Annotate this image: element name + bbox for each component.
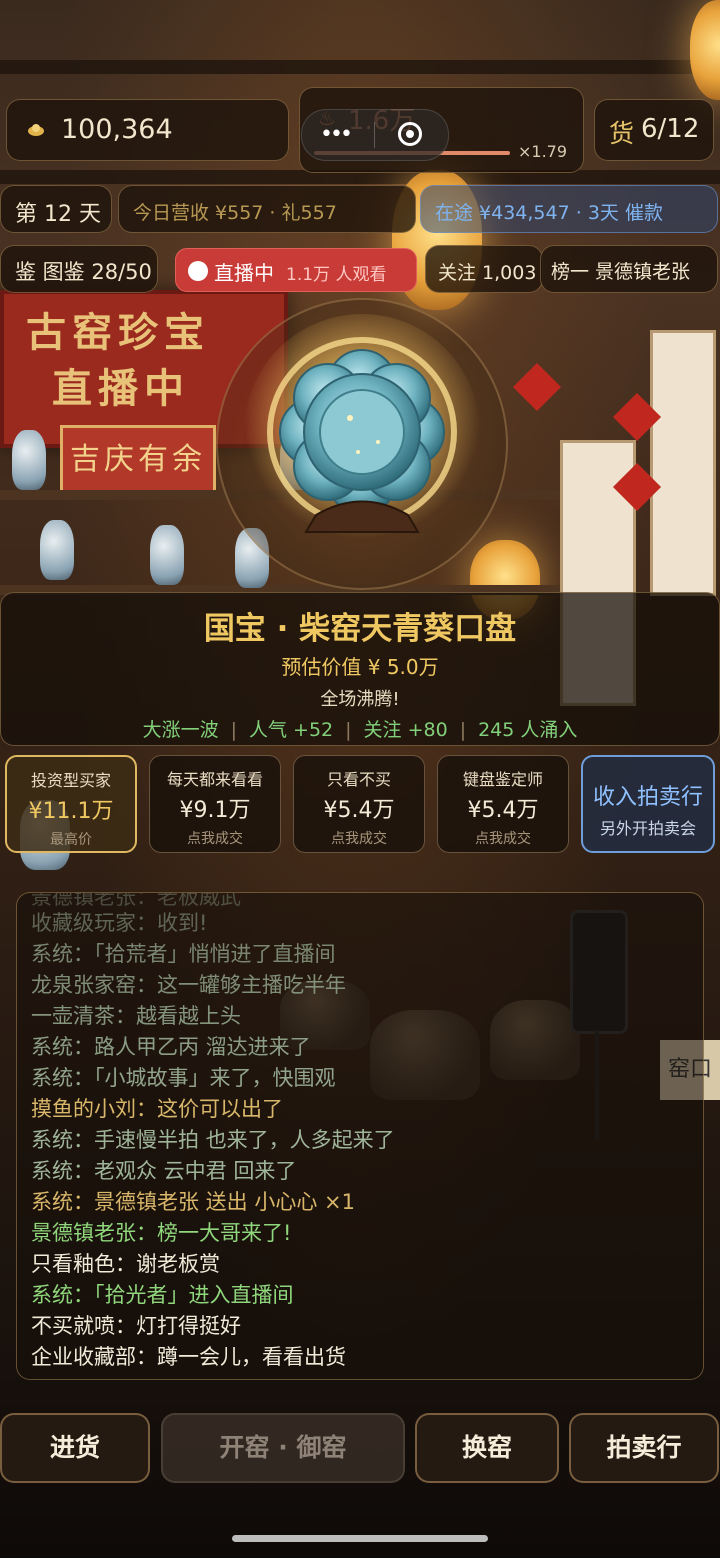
live-stats: 大涨一波 | 人气 +52 | 关注 +80 | 245 人涌入: [142, 719, 578, 741]
buyer-name: 投资型买家: [30, 771, 111, 790]
offer-price: ¥5.4万: [467, 798, 539, 823]
live-dot-icon: [188, 261, 208, 281]
auction-subtitle: 另外开拍卖会: [599, 819, 696, 838]
buyer-name: 只看不买: [326, 770, 391, 789]
chat-message: 系统：「拾光者」进入直播间: [31, 1283, 294, 1307]
day-counter: 第 12 天: [0, 185, 112, 233]
auction-house-button[interactable]: 拍卖行: [569, 1413, 719, 1483]
gold-ingot-icon: [28, 124, 44, 136]
day-label: 第 12 天: [15, 202, 101, 227]
follow-label: 关注 1,003: [438, 262, 537, 284]
celadon-plate-icon: [244, 314, 480, 550]
artifact-display[interactable]: [216, 298, 508, 590]
heat-multiplier: ×1.79: [518, 142, 568, 161]
switch-kiln-button[interactable]: 换窑: [415, 1413, 559, 1483]
chat-message: 企业收藏部：蹲一会儿，看看出货: [31, 1345, 346, 1369]
viewer-count: 1.1万 人观看: [286, 265, 387, 285]
send-to-auction-button[interactable]: 收入拍卖行 另外开拍卖会: [581, 755, 715, 853]
buyer-name: 键盘鉴定师: [462, 770, 543, 789]
revenue-text: 今日营收 ¥557 · 礼557: [133, 202, 337, 224]
catalog-label: 鉴 图鉴 28/50: [15, 260, 152, 284]
chat-message: 系统：老观众 云中君 回来了: [31, 1159, 297, 1183]
live-status-badge: 直播中 1.1万 人观看: [175, 248, 417, 292]
daily-revenue: 今日营收 ¥557 · 礼557: [118, 185, 416, 233]
chat-message: 不买就喷：灯打得挺好: [31, 1314, 241, 1338]
chat-message: 只看釉色：谢老板赏: [31, 1252, 220, 1276]
top-fan-badge[interactable]: 榜一 景德镇老张: [540, 245, 718, 293]
offer-price: ¥5.4万: [323, 798, 395, 823]
coin-balance: 100,364: [6, 99, 289, 161]
auction-title: 收入拍卖行: [592, 785, 703, 810]
offer-note: 最高价: [50, 832, 92, 848]
in-transit-payment[interactable]: 在途 ¥434,547 · 3天 催款: [420, 185, 718, 233]
chat-message: 一壶清茶：越看越上头: [31, 1004, 241, 1028]
transit-text: 在途 ¥434,547 · 3天 催款: [435, 202, 663, 224]
artifact-title: 国宝 · 柴窑天青葵口盘: [203, 611, 517, 647]
offer-price: ¥11.1万: [28, 799, 114, 824]
offer-card[interactable]: 键盘鉴定师 ¥5.4万 点我成交: [437, 755, 569, 853]
stat-new-viewers: 245 人涌入: [478, 719, 578, 741]
open-kiln-button[interactable]: 开窑 · 御窑: [161, 1413, 405, 1483]
stat-follow: 关注 +80: [363, 719, 448, 741]
home-indicator[interactable]: [232, 1535, 488, 1542]
chat-message: 系统：手速慢半拍 也来了，人多起来了: [31, 1128, 395, 1152]
live-label: 直播中: [214, 261, 274, 285]
artifact-info-panel: 国宝 · 柴窑天青葵口盘 预估价值 ¥ 5.0万 全场沸腾! 大涨一波 | 人气 +…: [0, 592, 720, 746]
buyer-name: 每天都来看看: [166, 770, 263, 789]
cargo-value: 6/12: [641, 114, 700, 144]
stat-popularity: 人气 +52: [249, 719, 334, 741]
chat-message: 系统：「小城故事」来了，快围观: [31, 1066, 336, 1090]
catalog-button[interactable]: 鉴 图鉴 28/50: [0, 245, 158, 293]
chat-message: 景德镇老张：榜一大哥来了!: [31, 1221, 292, 1245]
coin-value: 100,364: [61, 114, 173, 145]
offer-card[interactable]: 每天都来看看 ¥9.1万 点我成交: [149, 755, 281, 853]
cargo-counter[interactable]: 货 6/12: [594, 99, 714, 161]
chat-message: 系统：路人甲乙丙 溜达进来了: [31, 1035, 311, 1059]
chat-message: 摸鱼的小刘：这价可以出了: [31, 1097, 283, 1121]
chat-message: 系统：「拾荒者」悄悄进了直播间: [31, 942, 336, 966]
chat-message: 系统：景德镇老张 送出 小心心 ×1: [31, 1190, 355, 1214]
offer-card[interactable]: 只看不买 ¥5.4万 点我成交: [293, 755, 425, 853]
more-icon[interactable]: •••: [320, 122, 353, 147]
crowd-mood: 全场沸腾!: [320, 689, 400, 710]
restock-button[interactable]: 进货: [0, 1413, 150, 1483]
cargo-label: 货: [609, 119, 635, 148]
close-miniprogram-icon[interactable]: [398, 122, 422, 146]
chat-message: 龙泉张家窑：这一罐够主播吃半年: [31, 973, 346, 997]
offer-price: ¥9.1万: [179, 798, 251, 823]
live-chat-feed[interactable]: 景德镇老张：老板威武 收藏级玩家：收到! 系统：「拾荒者」悄悄进了直播间 龙泉张…: [16, 892, 704, 1380]
chat-message: 收藏级玩家：收到!: [31, 911, 208, 935]
mini-program-capsule[interactable]: •••: [301, 109, 449, 161]
offer-card[interactable]: 投资型买家 ¥11.1万 最高价: [5, 755, 137, 853]
offer-note: 点我成交: [475, 831, 531, 847]
offer-note: 点我成交: [187, 831, 243, 847]
follower-count: 关注 1,003: [425, 245, 543, 293]
rank-label: 榜一 景德镇老张: [551, 261, 691, 283]
fortune-tag: 吉庆有余: [60, 425, 216, 495]
stat-trend: 大涨一波: [142, 719, 219, 741]
artifact-value: 预估价值 ¥ 5.0万: [281, 655, 439, 679]
offer-note: 点我成交: [331, 831, 387, 847]
